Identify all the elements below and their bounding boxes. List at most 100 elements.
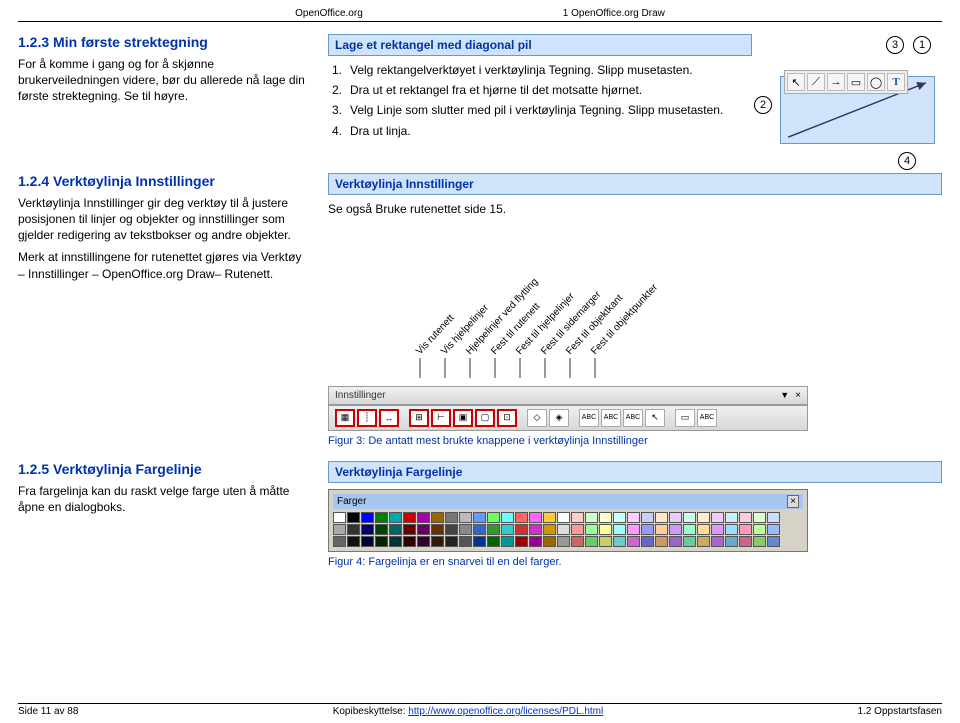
ellipse-tool-icon[interactable]: ◯ <box>867 73 885 91</box>
color-swatch[interactable] <box>739 536 752 547</box>
color-swatch[interactable] <box>613 524 626 535</box>
color-swatch[interactable] <box>753 524 766 535</box>
arrow-tool-icon[interactable]: → <box>827 73 845 91</box>
color-swatch[interactable] <box>683 524 696 535</box>
snap-grid-icon[interactable]: ⊞ <box>409 409 429 427</box>
color-swatch[interactable] <box>739 524 752 535</box>
color-swatch[interactable] <box>375 512 388 523</box>
color-swatch[interactable] <box>445 512 458 523</box>
color-swatch[interactable] <box>529 512 542 523</box>
color-swatch[interactable] <box>459 536 472 547</box>
color-swatch[interactable] <box>753 512 766 523</box>
color-swatch[interactable] <box>641 512 654 523</box>
color-swatch[interactable] <box>697 512 710 523</box>
toolbar-close-icon[interactable]: × <box>795 390 801 401</box>
color-swatch[interactable] <box>487 512 500 523</box>
color-swatch[interactable] <box>543 536 556 547</box>
color-swatch[interactable] <box>543 524 556 535</box>
color-swatch[interactable] <box>669 524 682 535</box>
pointer-btn[interactable]: ↖ <box>645 409 665 427</box>
color-swatch[interactable] <box>669 536 682 547</box>
abc-btn-3[interactable]: ABC <box>623 409 643 427</box>
grid-show-icon[interactable]: ▦ <box>335 409 355 427</box>
snap-guides-icon[interactable]: ⊢ <box>431 409 451 427</box>
color-swatch[interactable] <box>515 512 528 523</box>
color-swatch[interactable] <box>543 512 556 523</box>
color-swatch[interactable] <box>445 536 458 547</box>
color-swatch[interactable] <box>333 524 346 535</box>
color-swatch[interactable] <box>585 536 598 547</box>
color-swatch[interactable] <box>473 512 486 523</box>
color-swatch[interactable] <box>403 512 416 523</box>
rectangle-tool-icon[interactable]: ▭ <box>847 73 865 91</box>
color-swatch[interactable] <box>697 536 710 547</box>
guides-move-icon[interactable]: ↔ <box>379 409 399 427</box>
color-swatch[interactable] <box>515 536 528 547</box>
guides-show-icon[interactable]: ┊ <box>357 409 377 427</box>
text-tool-icon[interactable]: T <box>887 73 905 91</box>
pointer-tool-icon[interactable]: ↖ <box>787 73 805 91</box>
abc-btn-4[interactable]: ABC <box>697 409 717 427</box>
color-swatch[interactable] <box>487 524 500 535</box>
color-swatch[interactable] <box>501 512 514 523</box>
color-swatch[interactable] <box>585 512 598 523</box>
color-swatch[interactable] <box>431 536 444 547</box>
misc-btn-3[interactable]: ▭ <box>675 409 695 427</box>
color-swatch[interactable] <box>697 524 710 535</box>
color-swatch[interactable] <box>459 512 472 523</box>
color-swatch[interactable] <box>599 524 612 535</box>
color-swatch[interactable] <box>403 536 416 547</box>
color-swatch[interactable] <box>627 536 640 547</box>
color-swatch[interactable] <box>375 524 388 535</box>
color-swatch[interactable] <box>725 512 738 523</box>
color-swatch[interactable] <box>501 536 514 547</box>
snap-objpoints-icon[interactable]: ⊡ <box>497 409 517 427</box>
color-swatch[interactable] <box>767 512 780 523</box>
color-swatch[interactable] <box>417 524 430 535</box>
color-swatch[interactable] <box>361 524 374 535</box>
color-swatch[interactable] <box>375 536 388 547</box>
color-swatch[interactable] <box>571 512 584 523</box>
color-swatch[interactable] <box>473 524 486 535</box>
color-swatch[interactable] <box>529 524 542 535</box>
color-swatch[interactable] <box>683 512 696 523</box>
color-swatch[interactable] <box>711 512 724 523</box>
color-swatch[interactable] <box>431 524 444 535</box>
color-swatch[interactable] <box>361 536 374 547</box>
snap-margins-icon[interactable]: ▣ <box>453 409 473 427</box>
color-swatch[interactable] <box>445 524 458 535</box>
color-swatch[interactable] <box>641 536 654 547</box>
color-swatch[interactable] <box>641 524 654 535</box>
color-swatch[interactable] <box>529 536 542 547</box>
color-swatch[interactable] <box>347 524 360 535</box>
color-swatch[interactable] <box>627 524 640 535</box>
color-swatch[interactable] <box>347 512 360 523</box>
color-swatch[interactable] <box>711 524 724 535</box>
toolbar-dropdown-icon[interactable]: ▼ <box>780 390 789 400</box>
color-swatch[interactable] <box>417 536 430 547</box>
color-swatch[interactable] <box>655 524 668 535</box>
color-swatch[interactable] <box>585 524 598 535</box>
color-swatch[interactable] <box>599 536 612 547</box>
color-swatch[interactable] <box>725 536 738 547</box>
color-swatch[interactable] <box>557 524 570 535</box>
color-swatch[interactable] <box>557 512 570 523</box>
color-swatch[interactable] <box>613 512 626 523</box>
color-swatch[interactable] <box>571 536 584 547</box>
color-swatch[interactable] <box>403 524 416 535</box>
footer-link[interactable]: http://www.openoffice.org/licenses/PDL.h… <box>408 706 603 717</box>
color-swatch[interactable] <box>655 512 668 523</box>
color-swatch[interactable] <box>655 536 668 547</box>
color-swatch[interactable] <box>557 536 570 547</box>
color-swatch[interactable] <box>459 524 472 535</box>
snap-objedge-icon[interactable]: ▢ <box>475 409 495 427</box>
abc-btn-2[interactable]: ABC <box>601 409 621 427</box>
color-swatch[interactable] <box>389 512 402 523</box>
color-swatch[interactable] <box>767 536 780 547</box>
color-swatch[interactable] <box>487 536 500 547</box>
color-swatch[interactable] <box>767 524 780 535</box>
color-swatch[interactable] <box>333 512 346 523</box>
color-swatch[interactable] <box>739 512 752 523</box>
color-swatch[interactable] <box>473 536 486 547</box>
line-tool-icon[interactable]: ⟋ <box>807 73 825 91</box>
